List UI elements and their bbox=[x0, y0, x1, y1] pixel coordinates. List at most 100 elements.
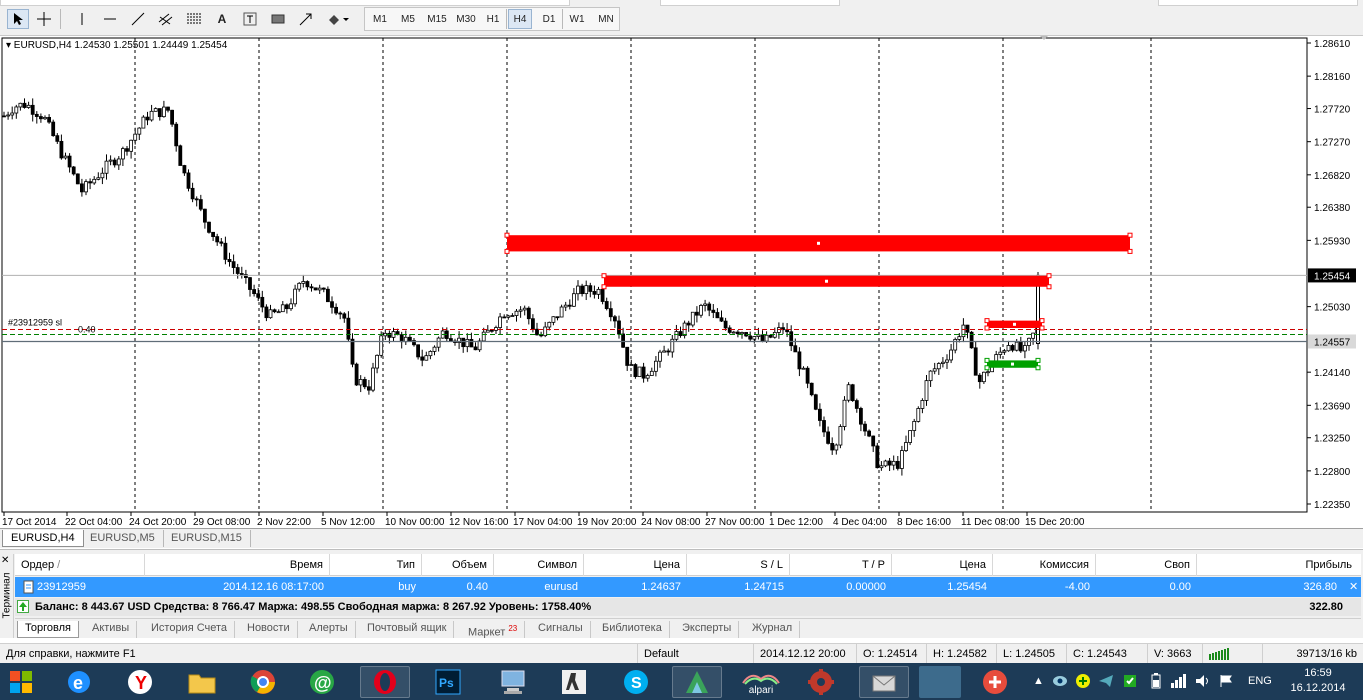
tab-alerts[interactable]: Алерты bbox=[302, 621, 356, 638]
taskbar-metatrader[interactable] bbox=[672, 666, 722, 698]
terminal-side-label: Терминал bbox=[1, 572, 13, 619]
taskbar-mail-app[interactable] bbox=[859, 666, 909, 698]
objects-dropdown-icon bbox=[329, 15, 349, 25]
candle-bull bbox=[752, 336, 757, 340]
taskbar-pinned-gray[interactable] bbox=[919, 666, 961, 698]
col-swap[interactable]: Своп bbox=[1096, 554, 1197, 576]
date-tick-label: 29 Oct 08:00 bbox=[193, 517, 251, 528]
tray-time: 16:59 bbox=[1304, 667, 1332, 679]
tab-history[interactable]: История Счета bbox=[144, 621, 236, 638]
tab-signals[interactable]: Сигналы bbox=[531, 621, 591, 638]
taskbar-skype[interactable]: S bbox=[611, 666, 661, 698]
price-chart[interactable]: 1.28610 1.28160 1.27720 1.27270 1.26820 1.263… bbox=[0, 36, 1363, 528]
col-volume[interactable]: Объем bbox=[422, 554, 494, 576]
tray-telegram-icon[interactable] bbox=[1098, 663, 1114, 700]
order-label: #23912959 sl bbox=[8, 317, 62, 327]
timeframe-m5[interactable]: M5 bbox=[396, 9, 420, 29]
tab-eurusd-h4[interactable]: EURUSD,H4 bbox=[2, 530, 84, 547]
order-close-icon[interactable]: ✕ bbox=[1343, 577, 1361, 597]
tray-volume-icon[interactable] bbox=[1195, 663, 1211, 700]
taskbar-alpari[interactable]: alpari bbox=[733, 666, 789, 698]
candle-bull bbox=[658, 351, 662, 362]
timeframe-w1[interactable]: W1 bbox=[565, 9, 589, 29]
taskbar-yandex[interactable]: Y bbox=[115, 666, 165, 698]
candle-bull bbox=[149, 110, 154, 121]
timeframe-m30[interactable]: M30 bbox=[452, 9, 480, 29]
tab-experts[interactable]: Эксперты bbox=[675, 621, 740, 638]
date-tick-label: 15 Dec 20:00 bbox=[1025, 517, 1085, 528]
timeframe-h4[interactable]: H4 bbox=[508, 9, 532, 29]
tray-flag-icon[interactable] bbox=[1219, 663, 1233, 700]
tab-eurusd-m15[interactable]: EURUSD,M15 bbox=[163, 530, 251, 547]
col-profit[interactable]: Прибыль bbox=[1197, 554, 1358, 576]
tray-eye-icon[interactable] bbox=[1052, 663, 1068, 700]
candle-bear bbox=[211, 231, 216, 237]
candle-bear bbox=[207, 221, 211, 233]
candle-bull bbox=[690, 311, 695, 326]
tab-journal[interactable]: Журнал bbox=[745, 621, 801, 638]
chart-canvas[interactable]: 1.28610 1.28160 1.27720 1.27270 1.26820 1.263… bbox=[0, 36, 1363, 528]
arrow-tool[interactable] bbox=[295, 9, 317, 29]
candle-bear bbox=[2, 115, 6, 118]
crosshair-tool[interactable] bbox=[33, 9, 55, 29]
taskbar-chrome[interactable] bbox=[238, 666, 288, 698]
col-tp[interactable]: T / P bbox=[790, 554, 892, 576]
col-sl[interactable]: S / L bbox=[687, 554, 790, 576]
col-price2[interactable]: Цена bbox=[892, 554, 993, 576]
order-row[interactable]: 23912959 2014.12.16 08:17:00 buy 0.40 eu… bbox=[15, 577, 1361, 597]
status-profile[interactable]: Default bbox=[637, 644, 753, 664]
taskbar-opera[interactable] bbox=[360, 666, 410, 698]
taskbar-ie[interactable]: e bbox=[54, 666, 104, 698]
channel-tool[interactable] bbox=[155, 9, 177, 29]
rectangle-tool[interactable] bbox=[267, 9, 289, 29]
timeframe-mn[interactable]: MN bbox=[594, 9, 618, 29]
timeframe-m1[interactable]: M1 bbox=[368, 9, 392, 29]
tab-news[interactable]: Новости bbox=[240, 621, 298, 638]
tab-assets[interactable]: Активы bbox=[85, 621, 138, 638]
objects-dropdown[interactable] bbox=[323, 9, 355, 29]
vertical-line-tool[interactable] bbox=[71, 9, 93, 29]
taskbar-mail-agent[interactable]: @ bbox=[297, 666, 347, 698]
tab-eurusd-m5[interactable]: EURUSD,M5 bbox=[82, 530, 164, 547]
horizontal-line-tool[interactable] bbox=[99, 9, 121, 29]
fibonacci-tool[interactable] bbox=[183, 9, 205, 29]
tab-library[interactable]: Библиотека bbox=[595, 621, 670, 638]
taskbar-settings-app[interactable] bbox=[796, 666, 846, 698]
start-button[interactable] bbox=[0, 666, 42, 698]
text-label-tool[interactable] bbox=[239, 9, 261, 29]
text-tool[interactable]: A bbox=[211, 9, 233, 29]
status-high: H: 1.24582 bbox=[926, 644, 996, 664]
taskbar-photoshop[interactable]: Ps bbox=[423, 666, 473, 698]
cursor-tool[interactable] bbox=[7, 9, 29, 29]
tray-language[interactable]: ENG bbox=[1248, 663, 1272, 700]
col-symbol[interactable]: Символ bbox=[494, 554, 584, 576]
tray-battery-icon[interactable] bbox=[1150, 663, 1162, 700]
col-price[interactable]: Цена bbox=[584, 554, 687, 576]
timeframe-h1[interactable]: H1 bbox=[481, 9, 505, 29]
tab-mailbox[interactable]: Почтовый ящик bbox=[360, 621, 455, 638]
col-time[interactable]: Время bbox=[145, 554, 330, 576]
taskbar-explorer[interactable] bbox=[177, 666, 227, 698]
candle-bear bbox=[813, 394, 818, 410]
tray-clock[interactable]: 16:59 16.12.2014 bbox=[1283, 666, 1353, 696]
taskbar-counter-strike[interactable] bbox=[549, 666, 599, 698]
tab-trade[interactable]: Торговля bbox=[17, 621, 79, 638]
order-symbol: eurusd bbox=[544, 581, 578, 593]
taskbar-antivirus[interactable] bbox=[970, 666, 1020, 698]
taskbar-computer[interactable] bbox=[488, 666, 538, 698]
small-red-zone-handle bbox=[984, 318, 990, 324]
tab-market[interactable]: Маркет 23 bbox=[461, 621, 526, 639]
timeframe-m15[interactable]: M15 bbox=[423, 9, 451, 29]
tray-network-icon[interactable] bbox=[1170, 663, 1186, 700]
candle-bear bbox=[859, 408, 863, 425]
candle-bull bbox=[161, 106, 166, 118]
trendline-tool[interactable] bbox=[127, 9, 149, 29]
col-type[interactable]: Тип bbox=[330, 554, 422, 576]
date-tick-label: 11 Dec 08:00 bbox=[961, 517, 1020, 528]
col-order[interactable]: Ордер / bbox=[15, 554, 145, 576]
tray-plus-icon[interactable] bbox=[1075, 663, 1091, 700]
col-commission[interactable]: Комиссия bbox=[993, 554, 1096, 576]
tray-green-icon[interactable] bbox=[1122, 663, 1138, 700]
tray-expand-icon[interactable]: ▲ bbox=[1033, 663, 1044, 700]
timeframe-d1[interactable]: D1 bbox=[537, 9, 561, 29]
